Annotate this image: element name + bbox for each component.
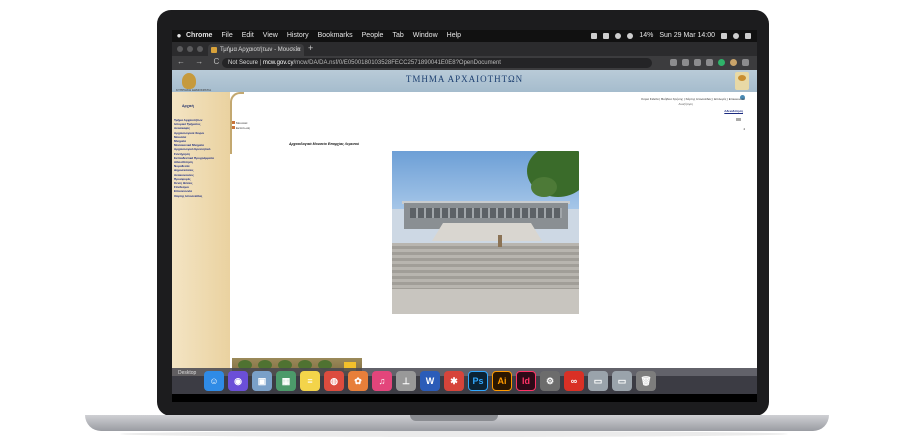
menu-help[interactable]: Help: [447, 30, 461, 42]
status-app-icon[interactable]: [591, 33, 598, 39]
url-field[interactable]: Not Secure | mcw.gov.cy/mcw/DA/DA.nsf/0/…: [222, 58, 652, 68]
favicon-icon: [211, 47, 217, 53]
zoom-window-button[interactable]: [197, 46, 203, 52]
photos-icon[interactable]: ✿: [348, 371, 368, 391]
menu-window[interactable]: Window: [413, 30, 438, 42]
menu-history[interactable]: History: [287, 30, 309, 42]
translate-icon[interactable]: [682, 59, 689, 66]
menu-view[interactable]: View: [263, 30, 278, 42]
menu-edit[interactable]: Edit: [242, 30, 254, 42]
menubar-status: 14% Sun 29 Mar 14:00: [591, 30, 751, 42]
sidebar: Αρχική Τμήμα Αρχαιοτήτων Ιστορικό Τμήματ…: [172, 92, 230, 376]
itunes-icon[interactable]: ♫: [372, 371, 392, 391]
navigation-buttons[interactable]: ← → C: [177, 57, 223, 66]
popcorn-icon[interactable]: ✱: [444, 371, 464, 391]
mac-dock: Desktop ☺ ◉ ▣ ▦ ≡ ◍ ✿ ♫ ⊥ W ✱ Ps Ai Id ⚙ ∞ ▭ ▭ 🗑: [172, 368, 757, 394]
font-size-control[interactable]: 4: [743, 127, 745, 131]
siri-icon[interactable]: ◉: [228, 371, 248, 391]
menu-kebab-icon[interactable]: [742, 59, 749, 66]
wifi-icon[interactable]: [627, 33, 634, 39]
site-title: ΤΜΗΜΑ ΑΡΧΑΙΟΤΗΤΩΝ: [405, 74, 524, 84]
web-page: ΚΥΠΡΙΑΚΗ ΔΗΜΟΚΡΑΤΙΑ ΤΜΗΜΑ ΑΡΧΑΙΟΤΗΤΩΝ Αρ…: [172, 70, 757, 376]
search-go-button[interactable]: [736, 118, 741, 121]
apple-icon[interactable]: ●: [172, 30, 186, 42]
system-preferences-icon[interactable]: ⚙: [540, 371, 560, 391]
bookmark-star-icon[interactable]: [706, 59, 713, 66]
menu-app-name[interactable]: Chrome: [186, 30, 212, 42]
print-icon: [232, 126, 235, 129]
page-title: Αρχαιολογικό Μουσείο Επαρχίας Λεμεσού: [289, 142, 360, 146]
sidebar-menu: Τμήμα Αρχαιοτήτων Ιστορικό Τμήματος Ανασ…: [174, 118, 228, 198]
sidebar-home-link[interactable]: Αρχική: [182, 104, 194, 108]
indesign-icon[interactable]: Id: [516, 371, 536, 391]
illustrator-icon[interactable]: Ai: [492, 371, 512, 391]
zoom-icon[interactable]: [694, 59, 701, 66]
url-host: mcw.gov.cy: [262, 60, 294, 66]
menu-people[interactable]: People: [362, 30, 384, 42]
tab-bar: Τμήμα Αρχαιοτήτων - Μουσεία × +: [172, 42, 757, 56]
dock-icons: ☺ ◉ ▣ ▦ ≡ ◍ ✿ ♫ ⊥ W ✱ Ps Ai Id ⚙ ∞ ▭ ▭ 🗑: [204, 371, 656, 391]
browser-tab[interactable]: Τμήμα Αρχαιοτήτων - Μουσεία ×: [208, 44, 304, 56]
photo-viewer-icon[interactable]: ▦: [276, 371, 296, 391]
back-link-label: Μουσεία: [236, 121, 248, 125]
security-indicator[interactable]: Not Secure: [228, 60, 258, 66]
display-icon[interactable]: ▭: [612, 371, 632, 391]
window-controls: [177, 46, 203, 52]
photo-plaza: [392, 289, 579, 314]
photo-ramp: [432, 223, 542, 241]
close-window-button[interactable]: [177, 46, 183, 52]
screen: ● Chrome File Edit View History Bookmark…: [172, 30, 757, 402]
url-path: /mcw/DA/DA.nsf/0/E0500180103528FECC25718…: [293, 60, 501, 66]
arrow-icon: [232, 121, 235, 124]
mac-menubar: ● Chrome File Edit View History Bookmark…: [172, 30, 757, 42]
top-links[interactable]: Κύρια Σελίδα | Βοήθεια Χρήσης | Χάρτης Ι…: [641, 97, 745, 101]
user-icon[interactable]: [721, 33, 727, 39]
new-tab-button[interactable]: +: [308, 43, 313, 53]
print-link[interactable]: Εκτύπωση: [232, 126, 250, 131]
screenshot-icon[interactable]: ▭: [588, 371, 608, 391]
search-link[interactable]: Αναζήτηση: [679, 102, 694, 106]
advanced-search-link[interactable]: Αδειοδότηση: [724, 109, 743, 113]
notes-icon[interactable]: ≡: [300, 371, 320, 391]
extension-green-icon[interactable]: [718, 59, 725, 66]
antiquities-logo-icon: [735, 72, 749, 90]
page-actions: Μουσεία Εκτύπωση: [232, 121, 250, 131]
word-icon[interactable]: W: [420, 371, 440, 391]
cast-icon[interactable]: [670, 59, 677, 66]
preview-icon[interactable]: ▣: [252, 371, 272, 391]
profile-avatar[interactable]: [730, 59, 737, 66]
bluetooth-icon[interactable]: [615, 33, 622, 39]
sidebar-item[interactable]: Χάρτης Ιστοσελίδας: [174, 194, 228, 198]
photoshop-icon[interactable]: Ps: [468, 371, 488, 391]
logo-mark: [738, 75, 746, 81]
menu-file[interactable]: File: [221, 30, 232, 42]
minimize-window-button[interactable]: [187, 46, 193, 52]
site-banner: ΚΥΠΡΙΑΚΗ ΔΗΜΟΚΡΑΤΙΑ ΤΜΗΜΑ ΑΡΧΑΙΟΤΗΤΩΝ: [172, 70, 757, 92]
photo-statue: [498, 235, 502, 247]
photo-windows: [410, 208, 562, 218]
extensions: [670, 59, 749, 66]
address-bar-row: ← → C Not Secure | mcw.gov.cy/mcw/DA/DA.…: [172, 56, 757, 70]
laptop-shadow: [120, 431, 788, 437]
tab-title: Τμήμα Αρχαιοτήτων - Μουσεία: [220, 47, 301, 53]
status-vpn-icon[interactable]: [603, 33, 610, 39]
trash-icon[interactable]: 🗑: [636, 371, 656, 391]
menu-tab[interactable]: Tab: [392, 30, 403, 42]
photo-steps: [392, 243, 579, 289]
clock[interactable]: Sun 29 Mar 14:00: [659, 30, 715, 42]
menu-bookmarks[interactable]: Bookmarks: [318, 30, 353, 42]
creative-cloud-icon[interactable]: ∞: [564, 371, 584, 391]
search-icon[interactable]: [733, 33, 739, 39]
print-link-label: Εκτύπωση: [236, 126, 251, 130]
scanner-icon[interactable]: ⊥: [396, 371, 416, 391]
laptop-notch: [410, 415, 498, 421]
chrome-icon[interactable]: ◍: [324, 371, 344, 391]
finder-icon[interactable]: ☺: [204, 371, 224, 391]
control-center-icon[interactable]: [745, 33, 751, 39]
close-tab-icon[interactable]: ×: [296, 44, 300, 56]
museum-photo[interactable]: [392, 151, 579, 314]
dock-label: Desktop: [178, 370, 197, 376]
photo-tree-small: [531, 177, 557, 197]
battery-level[interactable]: 14%: [639, 30, 653, 42]
